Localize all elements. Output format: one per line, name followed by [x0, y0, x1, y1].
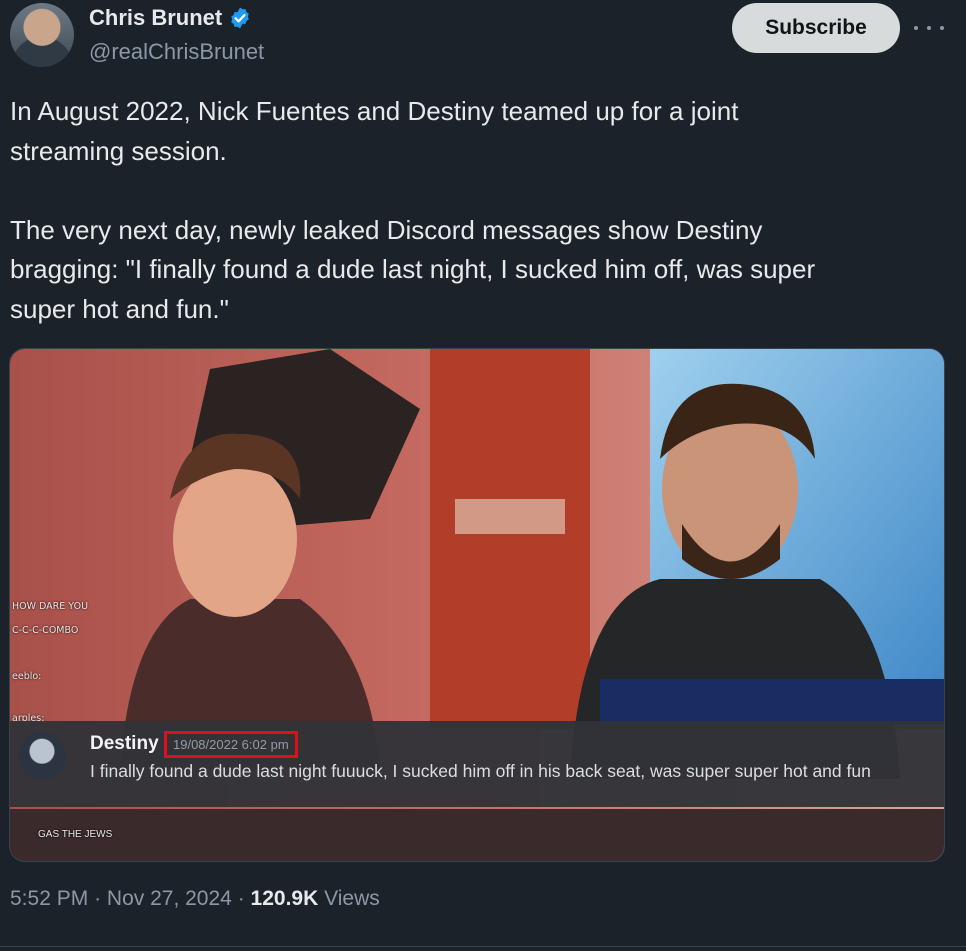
more-dot [940, 26, 944, 30]
tweet-meta: 5:52 PM · Nov 27, 2024 · 120.9K Views [10, 887, 380, 911]
meta-separator: · [94, 887, 102, 910]
tweet-text: In August 2022, Nick Fuentes and Destiny… [10, 96, 816, 324]
discord-message-bar: Destiny 19/08/2022 6:02 pm I finally fou… [10, 721, 944, 807]
views-label: Views [324, 887, 380, 910]
author-handle[interactable]: @realChrisBrunet [89, 39, 264, 65]
tweet-header: Chris Brunet @realChrisBrunet Subscribe [0, 0, 966, 80]
tweet-card: Chris Brunet @realChrisBrunet Subscribe … [0, 0, 966, 951]
more-dot [914, 26, 918, 30]
discord-timestamp: 19/08/2022 6:02 pm [164, 731, 298, 758]
chat-line: HOW DARE YOU [12, 601, 89, 612]
divider [0, 946, 966, 947]
subscribe-button[interactable]: Subscribe [732, 3, 900, 53]
author-name-row: Chris Brunet [89, 5, 252, 31]
chat-line-bottom: GAS THE JEWS [38, 829, 113, 840]
views-count: 120.9K [250, 887, 319, 910]
meta-separator: · [237, 887, 245, 910]
discord-message: I finally found a dude last night fuuuck… [90, 761, 871, 781]
tweet-time[interactable]: 5:52 PM [10, 887, 88, 910]
verified-badge-icon [228, 6, 252, 30]
discord-author: Destiny [90, 733, 159, 754]
tweet-date[interactable]: Nov 27, 2024 [107, 887, 232, 910]
author-avatar[interactable] [10, 3, 74, 67]
chat-line: C-C-C-COMBO [12, 625, 79, 636]
author-display-name[interactable]: Chris Brunet [89, 5, 222, 31]
ellipsis-icon[interactable] [914, 20, 944, 36]
discord-avatar [18, 732, 66, 780]
tweet-media-image[interactable]: HOW DARE YOU C-C-C-COMBO eeblo: arples: … [9, 348, 945, 862]
chat-line: eeblo: [12, 671, 42, 682]
more-dot [927, 26, 931, 30]
